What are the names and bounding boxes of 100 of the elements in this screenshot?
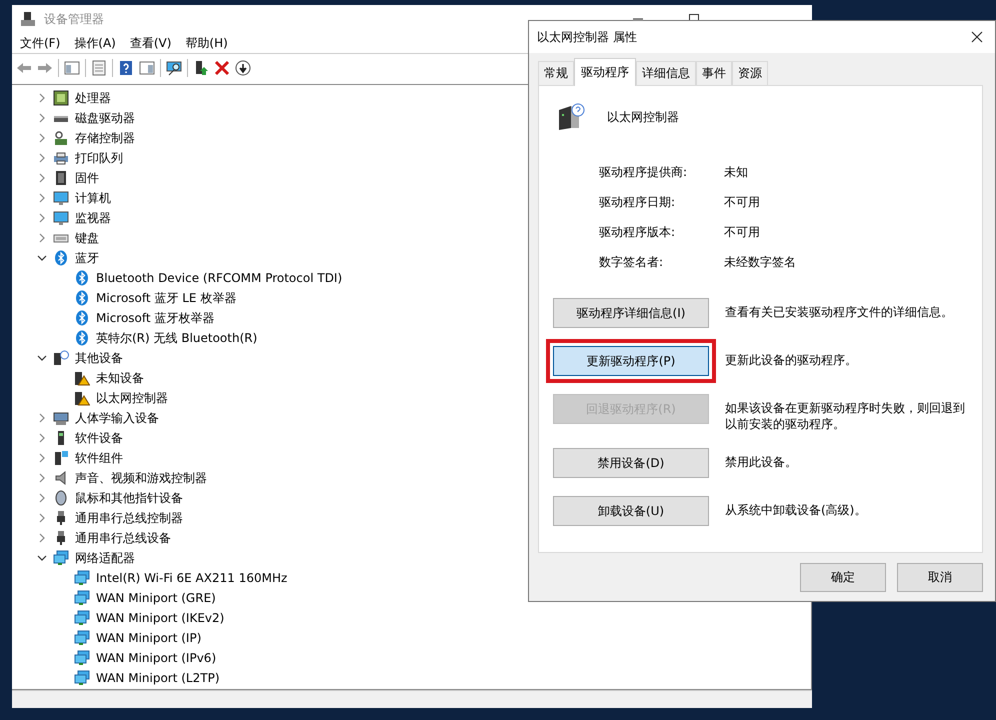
property-label: 驱动程序版本: <box>599 224 676 240</box>
action-description: 更新此设备的驱动程序。 <box>725 352 857 368</box>
tree-item[interactable]: WAN Miniport (GRE) <box>96 591 216 605</box>
bluetooth-icon <box>53 250 69 266</box>
tree-item[interactable]: 网络适配器 <box>75 550 135 566</box>
collapse-chevron-icon[interactable] <box>37 553 47 563</box>
tree-item[interactable]: 存储控制器 <box>75 130 135 146</box>
scan-monitor-icon[interactable] <box>166 60 182 76</box>
expand-chevron-icon[interactable] <box>37 413 47 423</box>
expand-chevron-icon[interactable] <box>37 513 47 523</box>
network-icon <box>74 630 90 646</box>
bluetooth-icon <box>74 330 90 346</box>
network-icon <box>74 570 90 586</box>
expand-chevron-icon[interactable] <box>37 153 47 163</box>
tree-item[interactable]: 未知设备 <box>96 370 144 386</box>
expand-chevron-icon[interactable] <box>37 533 47 543</box>
tab[interactable]: 详细信息 <box>636 61 696 85</box>
expand-chevron-icon[interactable] <box>37 93 47 103</box>
expand-chevron-icon[interactable] <box>37 193 47 203</box>
device-up-arrow-icon[interactable] <box>193 60 209 76</box>
tree-item[interactable]: 键盘 <box>75 230 99 246</box>
bluetooth-icon <box>74 310 90 326</box>
tree-item[interactable]: 其他设备 <box>75 350 123 366</box>
expand-chevron-icon[interactable] <box>37 433 47 443</box>
mouse-icon <box>53 490 69 506</box>
tree-item[interactable]: Bluetooth Device (RFCOMM Protocol TDI) <box>96 271 342 285</box>
tree-item[interactable]: 打印队列 <box>75 150 123 166</box>
property-value: 不可用 <box>724 194 761 210</box>
property-label: 驱动程序日期: <box>599 194 676 210</box>
driver-action-button[interactable]: 驱动程序详细信息(I) <box>553 298 709 328</box>
network-icon <box>74 670 90 686</box>
tree-item[interactable]: WAN Miniport (IPv6) <box>96 651 216 665</box>
action-description: 禁用此设备。 <box>725 454 797 470</box>
collapse-chevron-icon[interactable] <box>37 353 47 363</box>
expand-chevron-icon[interactable] <box>37 213 47 223</box>
close-icon[interactable] <box>971 31 983 43</box>
tab[interactable]: 资源 <box>732 61 768 85</box>
tree-item[interactable]: 以太网控制器 <box>96 390 168 406</box>
driver-action-button[interactable]: 卸载设备(U) <box>553 496 709 526</box>
tree-item[interactable]: 软件组件 <box>75 450 123 466</box>
expand-chevron-icon[interactable] <box>37 113 47 123</box>
window-pane-icon[interactable] <box>139 60 155 76</box>
dialog-button[interactable]: 确定 <box>800 563 886 592</box>
dialog-button[interactable]: 取消 <box>897 563 983 592</box>
tree-item[interactable]: 计算机 <box>75 190 111 206</box>
tree-item[interactable]: WAN Miniport (IP) <box>96 631 202 645</box>
tree-item[interactable]: WAN Miniport (IKEv2) <box>96 611 224 625</box>
tree-item[interactable]: 英特尔(R) 无线 Bluetooth(R) <box>96 330 258 346</box>
driver-action-button[interactable]: 禁用设备(D) <box>553 448 709 478</box>
back-arrow-icon[interactable] <box>16 60 32 76</box>
expand-chevron-icon[interactable] <box>37 453 47 463</box>
tree-item[interactable]: WAN Miniport (L2TP) <box>96 671 220 685</box>
help-icon[interactable] <box>118 60 134 76</box>
tree-item[interactable]: 声音、视频和游戏控制器 <box>75 470 207 486</box>
menu-item[interactable]: 文件(F) <box>20 34 60 52</box>
tab[interactable]: 常规 <box>538 61 574 85</box>
menu-item[interactable]: 操作(A) <box>74 34 116 52</box>
network-icon <box>74 610 90 626</box>
tree-item[interactable]: 通用串行总线设备 <box>75 530 171 546</box>
tree-item[interactable]: Microsoft 蓝牙枚举器 <box>96 310 214 326</box>
window-title: 设备管理器 <box>44 10 104 28</box>
tree-item[interactable]: 软件设备 <box>75 430 123 446</box>
forward-arrow-icon[interactable] <box>37 60 53 76</box>
expand-chevron-icon[interactable] <box>37 133 47 143</box>
tab[interactable]: 事件 <box>696 61 732 85</box>
expand-chevron-icon[interactable] <box>37 493 47 503</box>
collapse-chevron-icon[interactable] <box>37 253 47 263</box>
tree-item[interactable]: 蓝牙 <box>75 250 99 266</box>
menu-item[interactable]: 查看(V) <box>130 34 172 52</box>
property-label: 数字签名者: <box>599 254 664 270</box>
tree-item[interactable]: Intel(R) Wi-Fi 6E AX211 160MHz <box>96 571 288 585</box>
tab[interactable]: 驱动程序 <box>574 58 636 86</box>
window-pane-icon[interactable] <box>64 60 80 76</box>
tree-item[interactable]: Microsoft 蓝牙 LE 枚举器 <box>96 290 236 306</box>
tree-item[interactable]: 磁盘驱动器 <box>75 110 135 126</box>
network-icon <box>74 590 90 606</box>
driver-action-button[interactable]: 更新驱动程序(P) <box>553 346 709 376</box>
expand-chevron-icon[interactable] <box>37 173 47 183</box>
tree-item[interactable]: 人体学输入设备 <box>75 410 159 426</box>
action-description: 查看有关已安装驱动程序文件的详细信息。 <box>725 304 953 320</box>
device-name: 以太网控制器 <box>607 108 679 126</box>
down-arrow-circle-icon[interactable] <box>235 60 251 76</box>
tree-item[interactable]: 通用串行总线控制器 <box>75 510 183 526</box>
dialog-title: 以太网控制器 属性 <box>537 28 637 46</box>
input-device-icon <box>53 410 69 426</box>
bluetooth-icon <box>74 270 90 286</box>
printer-icon <box>53 150 69 166</box>
menu-item[interactable]: 帮助(H) <box>185 34 228 52</box>
tree-item[interactable]: 鼠标和其他指针设备 <box>75 490 183 506</box>
property-value: 未经数字签名 <box>724 254 797 270</box>
bluetooth-icon <box>74 290 90 306</box>
tree-item[interactable]: 固件 <box>75 170 99 186</box>
tree-item[interactable]: 监视器 <box>75 210 111 226</box>
tree-item[interactable]: 处理器 <box>75 90 111 106</box>
properties-icon[interactable] <box>91 60 107 76</box>
x-mark-icon[interactable] <box>214 60 230 76</box>
storage-icon <box>53 130 69 146</box>
expand-chevron-icon[interactable] <box>37 473 47 483</box>
network-icon <box>74 650 90 666</box>
expand-chevron-icon[interactable] <box>37 233 47 243</box>
